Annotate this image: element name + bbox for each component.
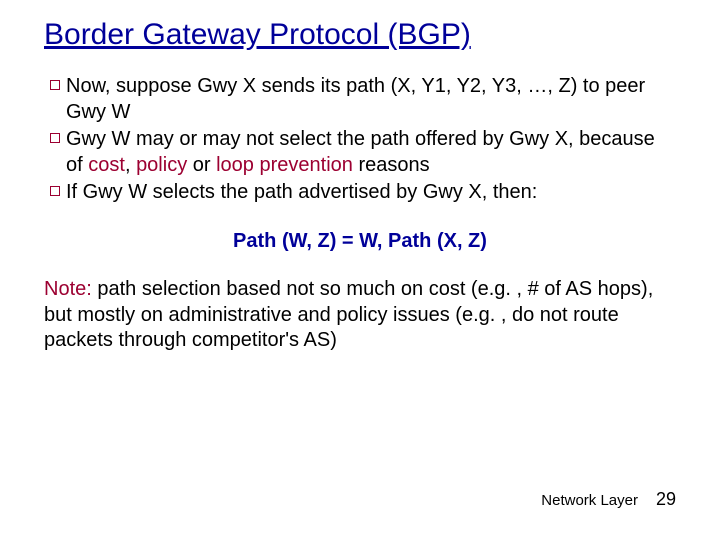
slide-footer: Network Layer 29 — [541, 489, 676, 510]
text-run: If Gwy W selects the path advertised by … — [66, 181, 537, 203]
bullet-icon — [44, 127, 66, 143]
bullet-text: Now, suppose Gwy X sends its path (X, Y1… — [66, 74, 676, 125]
bullet-text: If Gwy W selects the path advertised by … — [66, 180, 676, 206]
page-number: 29 — [656, 489, 676, 510]
text-run: or — [187, 154, 216, 176]
highlight-cost: cost — [88, 154, 125, 176]
bullet-text: Gwy W may or may not select the path off… — [66, 127, 676, 178]
highlight-policy: policy — [136, 154, 187, 176]
footer-label: Network Layer — [541, 492, 638, 509]
list-item: Now, suppose Gwy X sends its path (X, Y1… — [44, 74, 676, 125]
list-item: Gwy W may or may not select the path off… — [44, 127, 676, 178]
text-run: Now, suppose Gwy X sends its path (X, Y1… — [66, 75, 645, 123]
note-paragraph: Note: path selection based not so much o… — [44, 277, 676, 354]
path-equation: Path (W, Z) = W, Path (X, Z) — [44, 230, 676, 253]
note-body: path selection based not so much on cost… — [44, 278, 653, 351]
slide-title: Border Gateway Protocol (BGP) — [44, 18, 676, 52]
note-lead: Note: — [44, 278, 92, 300]
slide: Border Gateway Protocol (BGP) Now, suppo… — [0, 0, 720, 540]
text-run: , — [125, 154, 136, 176]
text-run: reasons — [353, 154, 430, 176]
highlight-loop: loop prevention — [216, 154, 353, 176]
bullet-list: Now, suppose Gwy X sends its path (X, Y1… — [44, 74, 676, 206]
bullet-icon — [44, 74, 66, 90]
list-item: If Gwy W selects the path advertised by … — [44, 180, 676, 206]
bullet-icon — [44, 180, 66, 196]
